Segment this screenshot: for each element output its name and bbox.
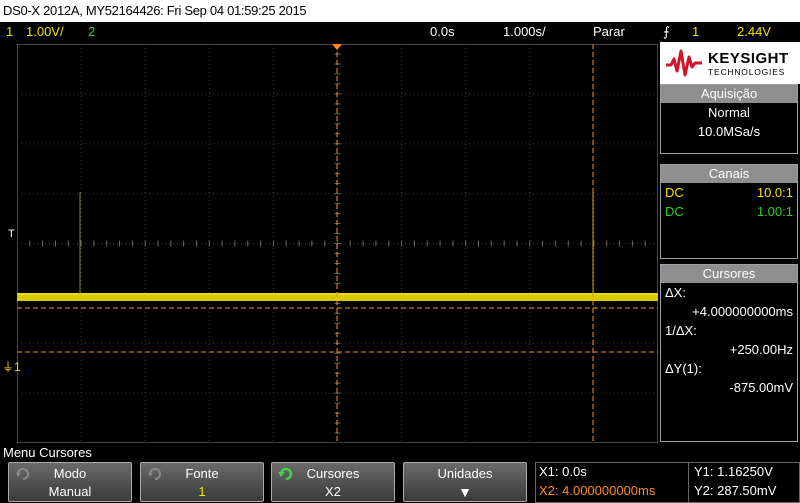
ch1-ground-marker[interactable]: ⏚1 — [2, 358, 21, 375]
cursors-header: Cursores — [661, 265, 797, 283]
delta-x-label: ΔX: — [665, 285, 686, 300]
keysight-wave-icon — [666, 49, 702, 77]
run-state[interactable]: Parar — [593, 22, 625, 42]
channels-header: Canais — [661, 165, 797, 183]
softkey-units[interactable]: Unidades ▼ — [403, 462, 527, 502]
status-bar: 1 1.00V/ 2 0.0s 1.000s/ Parar ⨍ 1 2.44V — [0, 22, 800, 42]
channels-panel: Canais DC 10.0:1 DC 1.00:1 — [660, 164, 798, 259]
waveform-display[interactable] — [17, 44, 658, 443]
trigger-edge-icon: ⨍ — [663, 24, 670, 39]
trigger-source[interactable]: 1 — [692, 22, 699, 42]
knob-active-icon — [278, 467, 293, 481]
ch2-number[interactable]: 2 — [88, 22, 95, 42]
ch2-probe: 1.00:1 — [756, 204, 793, 219]
arrow-down-icon: ▼ — [458, 484, 472, 500]
menu-title: Menu Cursores — [3, 445, 92, 460]
softkey-mode[interactable]: Modo Manual — [8, 462, 132, 502]
knob-icon — [148, 468, 161, 480]
x1-readout: X1: 0.0s — [539, 464, 587, 479]
cursor-readout: X1: 0.0s X2: 4.000000000ms Y1: 1.16250V … — [535, 462, 800, 503]
acquisition-header: Aquisição — [661, 85, 797, 103]
time-scale[interactable]: 1.000s/ — [503, 22, 546, 42]
inv-delta-x-label: 1/ΔX: — [665, 323, 697, 338]
ground-icon: ⏚ — [2, 360, 15, 374]
delta-y-label: ΔY(1): — [665, 361, 702, 376]
window-title: DS0-X 2012A, MY52164426: Fri Sep 04 01:5… — [0, 0, 800, 22]
inv-delta-x-value: +250.00Hz — [729, 342, 793, 357]
keysight-logo: KEYSIGHT TECHNOLOGIES — [660, 42, 800, 84]
ch1-coupling: DC — [665, 185, 684, 200]
time-position[interactable]: 0.0s — [430, 22, 455, 42]
knob-icon — [16, 468, 29, 480]
readout-divider — [688, 463, 689, 503]
delta-x-value: +4.000000000ms — [692, 304, 793, 319]
softkey-cursors-value: X2 — [325, 484, 341, 499]
logo-brand-text: KEYSIGHT — [708, 50, 789, 67]
ch2-coupling: DC — [665, 204, 684, 219]
softkey-source-value: 1 — [198, 484, 206, 499]
softkey-cursors[interactable]: Cursores X2 — [271, 462, 395, 502]
softkey-source[interactable]: Fonte 1 — [140, 462, 264, 502]
y2-readout: Y2: 287.50mV — [694, 483, 777, 498]
trigger-level-marker[interactable]: T — [8, 228, 15, 240]
ch1-number[interactable]: 1 — [6, 22, 13, 42]
y1-readout: Y1: 1.16250V — [694, 464, 773, 479]
softkey-units-label: Unidades — [437, 466, 493, 481]
ch1-row: DC 10.0:1 — [661, 183, 797, 202]
softkey-mode-value: Manual — [48, 484, 92, 499]
logo-sub-text: TECHNOLOGIES — [708, 67, 786, 77]
ch1-probe: 10.0:1 — [756, 185, 793, 200]
ch1-scale[interactable]: 1.00V/ — [26, 22, 64, 42]
x2-readout: X2: 4.000000000ms — [539, 483, 656, 498]
delta-y-value: -875.00mV — [729, 380, 793, 395]
acquisition-mode: Normal — [708, 105, 750, 120]
cursors-panel: Cursores ΔX: +4.000000000ms 1/ΔX: +250.0… — [660, 264, 798, 442]
ch2-row: DC 1.00:1 — [661, 202, 797, 221]
acquisition-rate: 10.0MSa/s — [697, 124, 761, 139]
trigger-level[interactable]: 2.44V — [737, 22, 771, 42]
acquisition-panel: Aquisição Normal 10.0MSa/s — [660, 84, 798, 154]
